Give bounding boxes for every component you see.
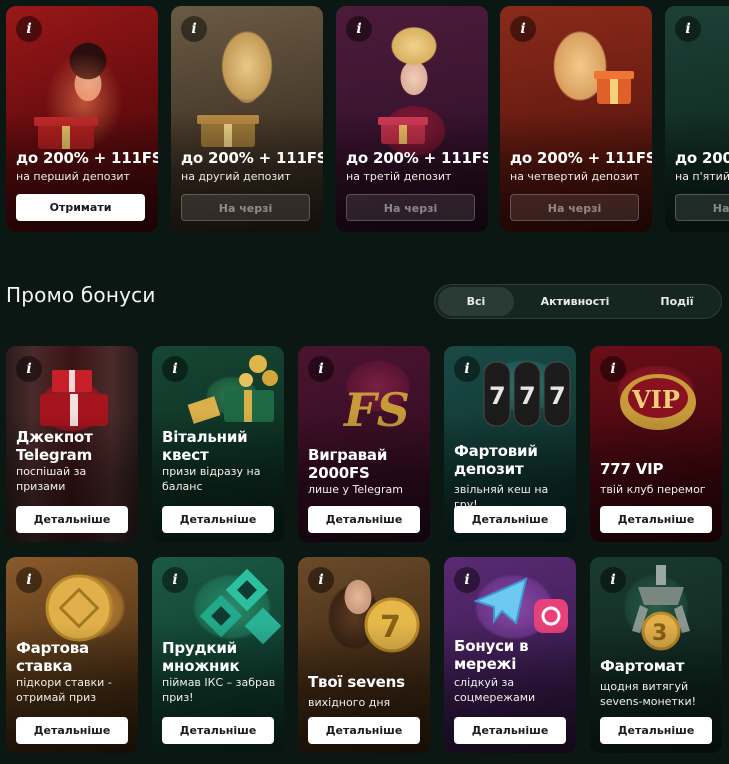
welcome-sub: на другий депозит	[181, 170, 291, 183]
promo-card-your-sevens[interactable]: 7 i Твої sevens вихідного дня Детальніше	[298, 557, 430, 753]
welcome-card-4[interactable]: i до 200% + 111FS на четвертий депозит Н…	[500, 6, 652, 232]
welcome-offer: до 200% + 111FS	[675, 149, 729, 167]
queued-button[interactable]: На черзі	[181, 194, 310, 221]
section-title: Промо бонуси	[6, 283, 156, 307]
welcome-offer: до 200% + 111FS	[16, 149, 158, 167]
promo-desc: підкори ставки - отримай приз	[16, 676, 112, 704]
tab-events[interactable]: Події	[635, 287, 719, 316]
promo-desc: лише у Telegram	[308, 483, 403, 496]
info-icon[interactable]: i	[510, 16, 536, 42]
info-icon[interactable]: i	[16, 356, 42, 382]
promo-card-777-vip[interactable]: VIP i 777 VIP твій клуб перемог Детальні…	[590, 346, 722, 542]
details-button[interactable]: Детальніше	[600, 506, 712, 533]
promo-desc: піймав ІКС – забрав приз!	[162, 676, 276, 704]
promo-card-lucky-deposit[interactable]: 7 7 7 i Фартовий депозит звільняй кеш на…	[444, 346, 576, 542]
details-button[interactable]: Детальніше	[454, 717, 566, 744]
info-icon[interactable]: i	[454, 356, 480, 382]
promo-desc: слідкуй за соцмережами	[454, 676, 536, 704]
promo-title: Вигравай 2000FS	[308, 446, 388, 482]
promo-desc: щодня витягуй sevens-монетки!	[600, 680, 697, 708]
promo-title: Фартова ставка	[16, 639, 89, 675]
info-icon[interactable]: i	[16, 567, 42, 593]
get-bonus-button[interactable]: Отримати	[16, 194, 145, 221]
promo-card-jackpot-telegram[interactable]: i Джекпот Telegram поспішай за призами Д…	[6, 346, 138, 542]
info-icon[interactable]: i	[16, 16, 42, 42]
promo-desc: твій клуб перемог	[600, 483, 706, 496]
promo-title: Фартовий депозит	[454, 442, 538, 478]
promo-title: Бонуси в мережі	[454, 637, 529, 673]
info-icon[interactable]: i	[346, 16, 372, 42]
welcome-card-3[interactable]: i до 200% + 111FS на третій депозит На ч…	[336, 6, 488, 232]
welcome-bonus-carousel: i до 200% + 111FS на перший депозит Отри…	[6, 6, 729, 232]
details-button[interactable]: Детальніше	[308, 506, 420, 533]
welcome-sub: на третій депозит	[346, 170, 452, 183]
promo-title: Фартомат	[600, 657, 685, 675]
details-button[interactable]: Детальніше	[308, 717, 420, 744]
welcome-card-5[interactable]: i до 200% + 111FS на п'ятий депозит На ч…	[665, 6, 729, 232]
promo-card-quick-multiplier[interactable]: i Прудкий множник піймав ІКС – забрав пр…	[152, 557, 284, 753]
promo-filter-tabs: Всі Активності Події	[434, 284, 722, 319]
promo-desc: призи відразу на баланс	[162, 465, 261, 493]
details-button[interactable]: Детальніше	[600, 717, 712, 744]
promo-card-welcome-quest[interactable]: i Вітальний квест призи відразу на балан…	[152, 346, 284, 542]
info-icon[interactable]: i	[600, 356, 626, 382]
info-icon[interactable]: i	[181, 16, 207, 42]
promo-desc: поспішай за призами	[16, 465, 87, 493]
svg-text:VIP: VIP	[631, 385, 680, 414]
promo-title: Джекпот Telegram	[16, 428, 93, 464]
promo-desc: вихідного дня	[308, 696, 391, 709]
welcome-offer: до 200% + 111FS	[510, 149, 652, 167]
info-icon[interactable]: i	[600, 567, 626, 593]
promo-title: 777 VIP	[600, 460, 664, 478]
details-button[interactable]: Детальніше	[162, 506, 274, 533]
promo-title: Вітальний квест	[162, 428, 248, 464]
svg-text:7: 7	[489, 382, 506, 410]
queued-button[interactable]: На черзі	[346, 194, 475, 221]
info-icon[interactable]: i	[454, 567, 480, 593]
info-icon[interactable]: i	[308, 567, 334, 593]
welcome-sub: на п'ятий депозит	[675, 170, 729, 183]
promo-title: Твої sevens	[308, 673, 405, 691]
svg-text:7: 7	[549, 382, 566, 410]
welcome-card-2[interactable]: i до 200% + 111FS на другий депозит На ч…	[171, 6, 323, 232]
svg-text:7: 7	[519, 382, 536, 410]
promo-card-social-bonuses[interactable]: i Бонуси в мережі слідкуй за соцмережами…	[444, 557, 576, 753]
tab-activities[interactable]: Активності	[527, 287, 623, 316]
details-button[interactable]: Детальніше	[454, 506, 566, 533]
queued-button[interactable]: На черзі	[510, 194, 639, 221]
promo-card-win-2000fs[interactable]: FS i Вигравай 2000FS лише у Telegram Дет…	[298, 346, 430, 542]
promo-title: Прудкий множник	[162, 639, 240, 675]
details-button[interactable]: Детальніше	[16, 717, 128, 744]
queued-button[interactable]: На черзі	[675, 194, 729, 221]
welcome-card-1[interactable]: i до 200% + 111FS на перший депозит Отри…	[6, 6, 158, 232]
tab-all[interactable]: Всі	[438, 287, 514, 316]
details-button[interactable]: Детальніше	[162, 717, 274, 744]
gift-box-icon	[594, 71, 634, 104]
welcome-offer: до 200% + 111FS	[181, 149, 323, 167]
welcome-sub: на перший депозит	[16, 170, 130, 183]
info-icon[interactable]: i	[162, 567, 188, 593]
info-icon[interactable]: i	[308, 356, 334, 382]
info-icon[interactable]: i	[675, 16, 701, 42]
welcome-offer: до 200% + 111FS	[346, 149, 488, 167]
details-button[interactable]: Детальніше	[16, 506, 128, 533]
welcome-sub: на четвертий депозит	[510, 170, 640, 183]
promo-card-lucky-bet[interactable]: i Фартова ставка підкори ставки - отрима…	[6, 557, 138, 753]
info-icon[interactable]: i	[162, 356, 188, 382]
promo-card-fartomat[interactable]: 3 i Фартомат щодня витягуй sevens-монетк…	[590, 557, 722, 753]
